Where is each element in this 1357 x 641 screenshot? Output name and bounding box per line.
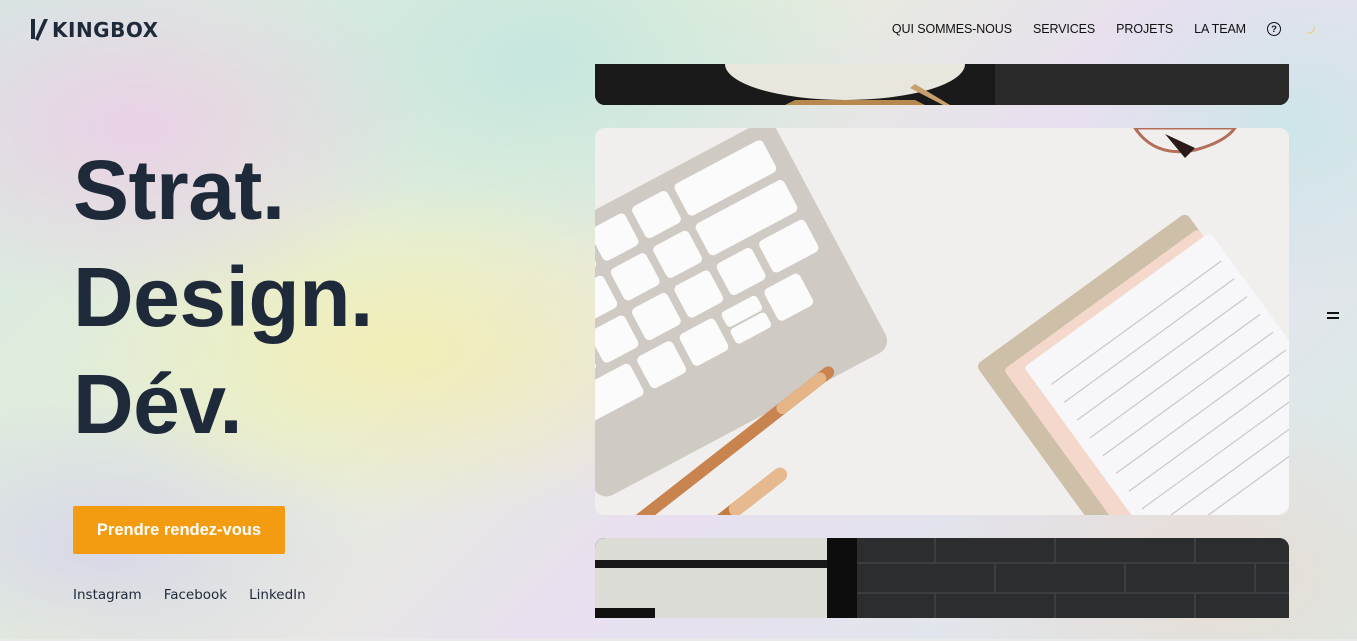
main-nav: QUI SOMMES-NOUS SERVICES PROJETS LA TEAM… bbox=[892, 22, 1317, 36]
help-circle-icon[interactable]: ? bbox=[1267, 22, 1281, 36]
nav-item-qui-sommes-nous[interactable]: QUI SOMMES-NOUS bbox=[892, 22, 1012, 36]
kingbox-logo-icon bbox=[31, 19, 48, 41]
hero-line-strat: Strat. bbox=[73, 143, 285, 237]
project-image-desk bbox=[595, 128, 1289, 515]
project-image-top bbox=[595, 64, 1289, 105]
menu-icon[interactable] bbox=[1327, 312, 1339, 321]
nav-item-services[interactable]: SERVICES bbox=[1033, 22, 1095, 36]
book-appointment-button[interactable]: Prendre rendez-vous bbox=[73, 506, 285, 554]
hero-heading: Strat. Design. Dév. bbox=[73, 137, 373, 458]
logo[interactable]: KINGBOX bbox=[29, 17, 159, 42]
moon-icon[interactable] bbox=[1303, 22, 1317, 36]
menu-icon-bar bbox=[1327, 317, 1339, 319]
nav-item-projets[interactable]: PROJETS bbox=[1116, 22, 1173, 36]
nav-item-la-team[interactable]: LA TEAM bbox=[1194, 22, 1246, 36]
social-links: Instagram Facebook LinkedIn bbox=[73, 587, 328, 603]
linkedin-link[interactable]: LinkedIn bbox=[249, 587, 306, 603]
logo-text: KINGBOX bbox=[52, 17, 159, 42]
hero-line-dev: Dév. bbox=[73, 357, 243, 451]
hero-line-design: Design. bbox=[73, 250, 373, 344]
menu-icon-bar bbox=[1327, 312, 1339, 314]
facebook-link[interactable]: Facebook bbox=[164, 587, 227, 603]
instagram-link[interactable]: Instagram bbox=[73, 587, 142, 603]
project-image-office bbox=[595, 538, 1289, 618]
